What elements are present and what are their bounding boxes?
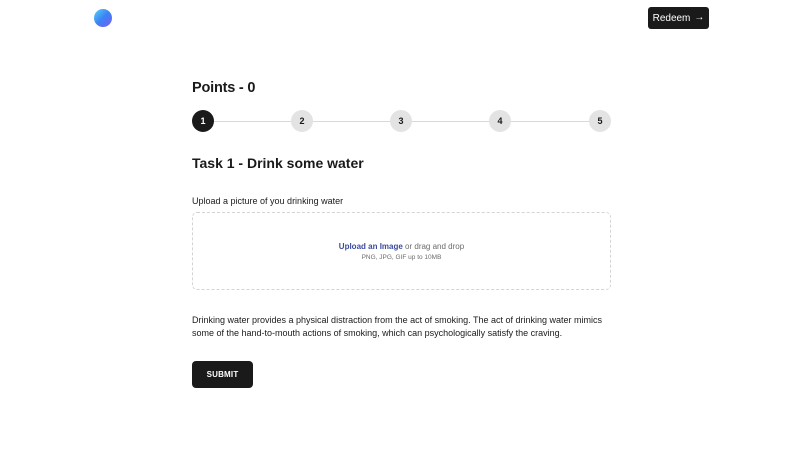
dropzone-text: Upload an Image or drag and drop bbox=[339, 242, 464, 251]
task-stepper: 1 2 3 4 5 bbox=[192, 110, 611, 132]
step-1[interactable]: 1 bbox=[192, 110, 214, 132]
submit-button[interactable]: SUBMIT bbox=[192, 361, 253, 388]
upload-label: Upload a picture of you drinking water bbox=[192, 196, 344, 206]
step-3[interactable]: 3 bbox=[390, 110, 412, 132]
step-2[interactable]: 2 bbox=[291, 110, 313, 132]
redeem-label: Redeem bbox=[652, 12, 691, 24]
step-5[interactable]: 5 bbox=[589, 110, 611, 132]
page: Redeem → Points - 0 1 2 3 4 5 Task 1 - D… bbox=[0, 0, 806, 451]
logo-icon[interactable] bbox=[94, 9, 112, 27]
arrow-right-icon: → bbox=[694, 12, 705, 23]
step-4[interactable]: 4 bbox=[489, 110, 511, 132]
task-title: Task 1 - Drink some water bbox=[192, 155, 364, 171]
points-title: Points - 0 bbox=[192, 80, 256, 96]
image-dropzone[interactable]: Upload an Image or drag and drop PNG, JP… bbox=[192, 212, 611, 290]
upload-image-link[interactable]: Upload an Image bbox=[339, 242, 403, 251]
redeem-button[interactable]: Redeem → bbox=[648, 7, 709, 29]
task-description: Drinking water provides a physical distr… bbox=[192, 315, 602, 338]
file-type-hint: PNG, JPG, GIF up to 10MB bbox=[361, 253, 442, 261]
drag-drop-text: or drag and drop bbox=[402, 241, 465, 251]
main-content: Points - 0 1 2 3 4 5 Task 1 - Drink some… bbox=[192, 80, 611, 388]
